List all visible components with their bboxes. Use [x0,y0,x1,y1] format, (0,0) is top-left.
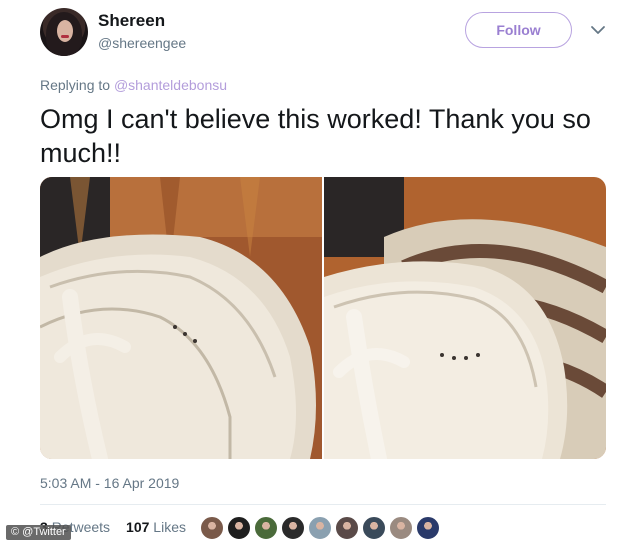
photo-left[interactable] [40,177,322,459]
tweet-timestamp[interactable]: 5:03 AM - 16 Apr 2019 [40,475,179,491]
replying-prefix: Replying to [40,77,111,93]
liker-avatar[interactable] [200,516,224,540]
replying-to: Replying to @shanteldebonsu [40,77,227,93]
chevron-down-icon[interactable] [590,24,606,36]
tweet-text: Omg I can't believe this worked! Thank y… [40,104,591,168]
media-grid [40,177,606,459]
sneaker-photo-after [324,177,606,459]
reply-mention-link[interactable]: @shanteldebonsu [114,77,227,93]
liker-avatar[interactable] [362,516,386,540]
liker-avatar[interactable] [227,516,251,540]
watermark: © @Twitter [6,525,71,540]
display-name[interactable]: Shereen [98,11,165,31]
follow-button[interactable]: Follow [465,12,572,48]
liker-avatars [200,516,440,540]
liker-avatar[interactable] [281,516,305,540]
avatar-face [57,20,73,42]
liker-avatar[interactable] [389,516,413,540]
user-handle[interactable]: @shereengee [98,35,186,51]
liker-avatar[interactable] [254,516,278,540]
avatar[interactable] [40,8,88,56]
sneaker-photo-before [40,177,322,459]
divider [40,504,606,505]
liker-avatar[interactable] [416,516,440,540]
likes-stat[interactable]: 107 Likes [126,519,186,535]
photo-right[interactable] [324,177,606,459]
liker-avatar[interactable] [335,516,359,540]
avatar-lips [61,35,69,38]
liker-avatar[interactable] [308,516,332,540]
